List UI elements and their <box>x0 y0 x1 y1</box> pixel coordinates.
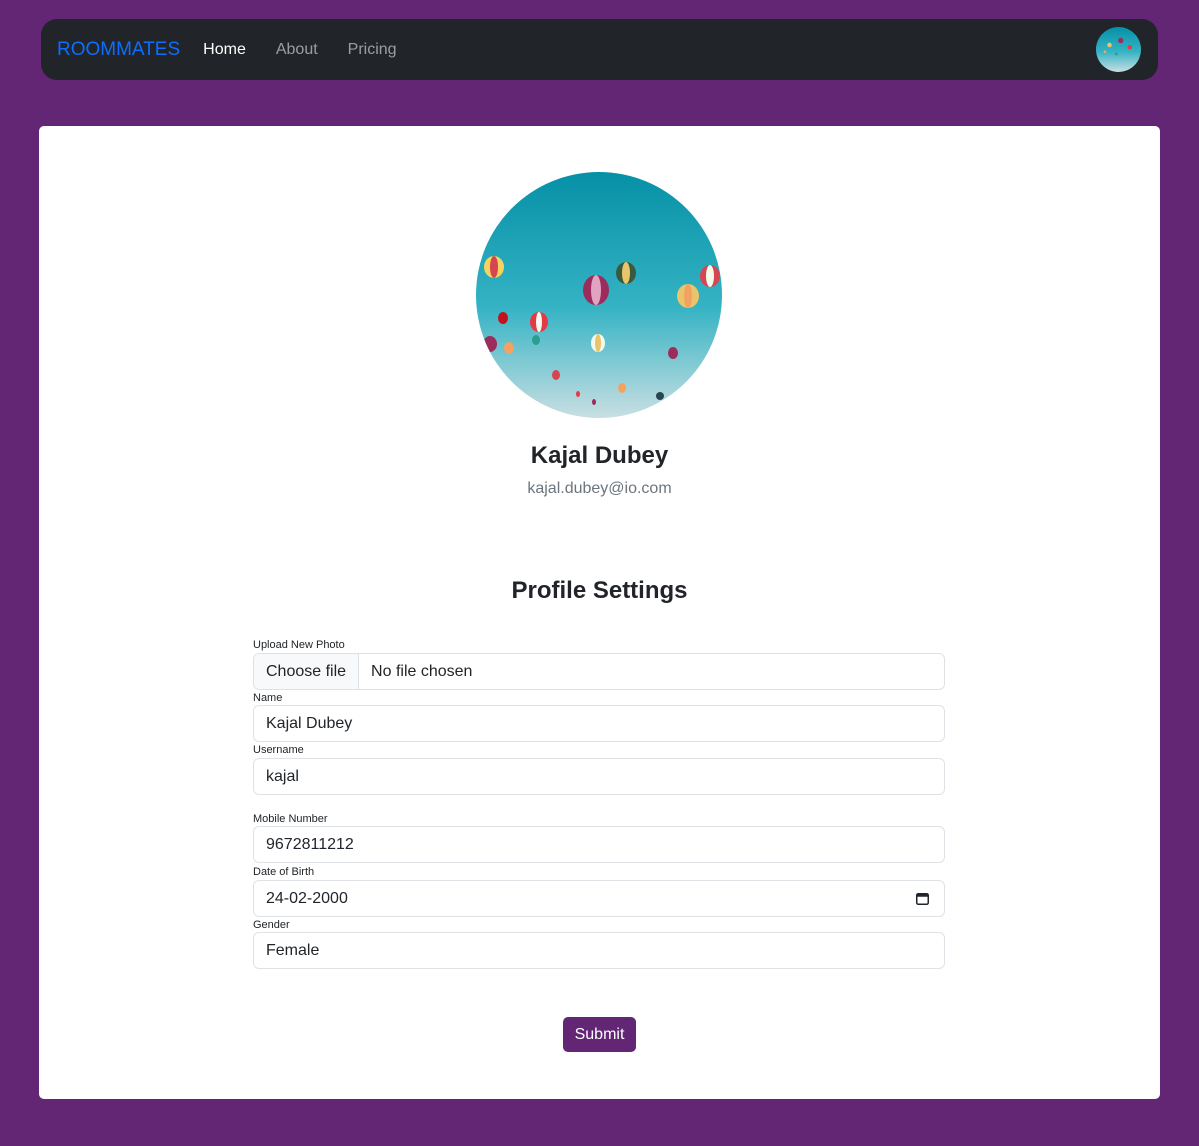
username-value: kajal <box>266 767 299 785</box>
gender-input[interactable]: Female <box>253 932 945 969</box>
nav-link-about[interactable]: About <box>276 41 318 59</box>
gender-value: Female <box>266 941 320 959</box>
brand-link[interactable]: ROOMMATES <box>57 39 180 61</box>
calendar-icon[interactable] <box>916 892 929 905</box>
submit-button[interactable]: Submit <box>563 1017 636 1052</box>
mobile-value: 9672811212 <box>266 835 354 853</box>
profile-email: kajal.dubey@io.com <box>527 480 672 497</box>
nav-link-pricing[interactable]: Pricing <box>348 41 397 59</box>
username-label: Username <box>253 744 304 756</box>
nav-link-home[interactable]: Home <box>203 41 246 59</box>
profile-photo <box>476 172 722 418</box>
profile-card: Kajal Dubey kajal.dubey@io.com Profile S… <box>39 126 1160 1099</box>
dob-input[interactable]: 24-02-2000 <box>253 880 945 917</box>
user-avatar[interactable] <box>1096 27 1141 72</box>
choose-file-button[interactable]: Choose file <box>254 654 360 689</box>
file-status-text: No file chosen <box>371 662 473 680</box>
dob-label: Date of Birth <box>253 866 315 878</box>
upload-photo-label: Upload New Photo <box>253 639 345 651</box>
gender-label: Gender <box>253 919 290 931</box>
name-input[interactable]: Kajal Dubey <box>253 705 945 742</box>
mobile-input[interactable]: 9672811212 <box>253 826 945 863</box>
profile-name: Kajal Dubey <box>530 442 669 469</box>
dob-value: 24-02-2000 <box>266 889 348 907</box>
top-navbar: ROOMMATES Home About Pricing <box>41 19 1158 80</box>
upload-photo-input[interactable]: Choose file No file chosen <box>253 653 945 690</box>
name-value: Kajal Dubey <box>266 714 353 732</box>
mobile-label: Mobile Number <box>253 813 328 825</box>
username-input[interactable]: kajal <box>253 758 945 795</box>
section-title: Profile Settings <box>511 577 688 604</box>
name-label: Name <box>253 692 283 704</box>
